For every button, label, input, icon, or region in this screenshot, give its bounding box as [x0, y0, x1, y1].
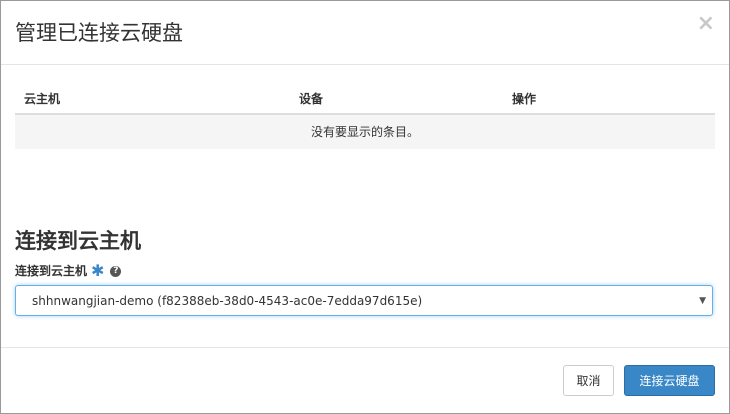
instance-select[interactable]: shhnwangjian-demo (f82388eb-38d0-4543-ac…: [15, 285, 713, 316]
column-header-instance[interactable]: 云主机: [24, 90, 60, 107]
instance-field-label-text: 连接到云主机: [15, 264, 88, 278]
column-header-actions: 操作: [512, 92, 537, 106]
instance-field-label: 连接到云主机 ✱ ?: [15, 261, 122, 280]
modal-header: 管理已连接云硬盘 ×: [1, 1, 729, 65]
table-header: 云主机 设备 操作: [15, 81, 715, 115]
attach-volume-button[interactable]: 连接云硬盘: [624, 365, 715, 396]
close-icon[interactable]: ×: [697, 11, 715, 37]
chevron-down-icon: ▼: [699, 296, 706, 306]
attachments-table: 云主机 设备 操作 没有要显示的条目。: [15, 81, 715, 149]
modal-footer: 取消 连接云硬盘: [1, 347, 729, 414]
section-title: 连接到云主机: [15, 229, 141, 253]
instance-select-value: shhnwangjian-demo (f82388eb-38d0-4543-ac…: [32, 294, 423, 308]
column-header-device[interactable]: 设备: [299, 90, 323, 107]
cancel-button[interactable]: 取消: [563, 365, 614, 396]
modal-title: 管理已连接云硬盘: [15, 21, 183, 45]
required-star-icon: ✱: [91, 261, 105, 280]
empty-table-message: 没有要显示的条目。: [15, 115, 715, 149]
attach-volume-dialog: 管理已连接云硬盘 × 云主机 设备 操作 没有要显示的条目。 连接到云主机 连接…: [0, 0, 730, 414]
help-icon[interactable]: ?: [110, 265, 122, 277]
